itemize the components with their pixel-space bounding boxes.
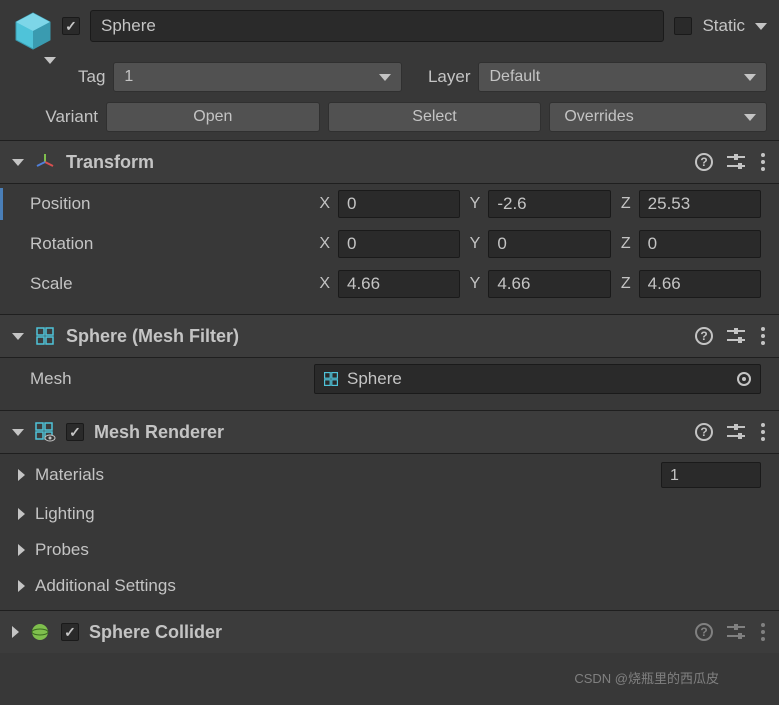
scale-z-input[interactable] — [639, 270, 761, 298]
probes-label: Probes — [35, 540, 761, 560]
mesh-renderer-header[interactable]: Mesh Renderer ? — [0, 410, 779, 454]
object-name-input[interactable] — [90, 10, 664, 42]
layer-label: Layer — [428, 67, 471, 87]
x-label: X — [314, 275, 334, 293]
overrides-dropdown[interactable]: Overrides — [549, 102, 767, 132]
foldout-icon[interactable] — [18, 469, 25, 481]
sphere-collider-title: Sphere Collider — [89, 622, 685, 643]
position-x-input[interactable] — [338, 190, 460, 218]
gameobject-icon[interactable] — [12, 10, 54, 52]
mesh-label: Mesh — [30, 369, 310, 389]
active-checkbox[interactable] — [62, 17, 80, 35]
foldout-icon[interactable] — [18, 508, 25, 520]
tag-dropdown[interactable]: 1 — [113, 62, 402, 92]
open-button[interactable]: Open — [106, 102, 320, 132]
foldout-icon[interactable] — [18, 544, 25, 556]
mesh-renderer-enabled-checkbox[interactable] — [66, 423, 84, 441]
context-menu-icon[interactable] — [759, 421, 767, 443]
materials-count[interactable]: 1 — [661, 462, 761, 488]
foldout-icon[interactable] — [12, 429, 24, 436]
position-y-input[interactable] — [488, 190, 610, 218]
context-menu-icon[interactable] — [759, 151, 767, 173]
preset-icon[interactable] — [727, 424, 745, 440]
sphere-collider-header[interactable]: Sphere Collider ? — [0, 610, 779, 653]
z-label: Z — [615, 195, 635, 213]
rotation-label: Rotation — [30, 234, 310, 254]
context-menu-icon[interactable] — [759, 325, 767, 347]
mesh-filter-title: Sphere (Mesh Filter) — [66, 326, 685, 347]
position-label: Position — [30, 194, 310, 214]
mesh-filter-icon — [34, 325, 56, 347]
static-dropdown-icon[interactable] — [755, 23, 767, 30]
transform-icon — [34, 151, 56, 173]
help-icon[interactable]: ? — [695, 423, 713, 441]
z-label: Z — [615, 275, 635, 293]
rotation-y-input[interactable] — [488, 230, 610, 258]
watermark: CSDN @烧瓶里的西瓜皮 — [574, 668, 719, 687]
mesh-renderer-icon — [34, 421, 56, 443]
mesh-object-field[interactable]: Sphere — [314, 364, 761, 394]
icon-dropdown[interactable] — [44, 57, 56, 64]
override-indicator — [0, 188, 3, 220]
mesh-value: Sphere — [347, 369, 402, 389]
help-icon[interactable]: ? — [695, 153, 713, 171]
transform-title: Transform — [66, 152, 685, 173]
help-icon[interactable]: ? — [695, 327, 713, 345]
mesh-icon — [323, 371, 339, 387]
layer-value: Default — [489, 68, 540, 86]
static-label: Static — [702, 16, 745, 36]
x-label: X — [314, 195, 334, 213]
transform-header[interactable]: Transform ? — [0, 140, 779, 184]
preset-icon[interactable] — [727, 624, 745, 640]
additional-settings-label: Additional Settings — [35, 576, 761, 596]
x-label: X — [314, 235, 334, 253]
help-icon[interactable]: ? — [695, 623, 713, 641]
foldout-icon[interactable] — [12, 333, 24, 340]
mesh-renderer-title: Mesh Renderer — [94, 422, 685, 443]
preset-icon[interactable] — [727, 154, 745, 170]
position-z-input[interactable] — [639, 190, 761, 218]
z-label: Z — [615, 235, 635, 253]
foldout-icon[interactable] — [18, 580, 25, 592]
tag-value: 1 — [124, 68, 133, 86]
y-label: Y — [464, 235, 484, 253]
sphere-collider-icon — [29, 621, 51, 643]
chevron-down-icon — [744, 74, 756, 81]
rotation-x-input[interactable] — [338, 230, 460, 258]
scale-y-input[interactable] — [488, 270, 610, 298]
scale-label: Scale — [30, 274, 310, 294]
y-label: Y — [464, 195, 484, 213]
scale-x-input[interactable] — [338, 270, 460, 298]
static-checkbox[interactable] — [674, 17, 692, 35]
materials-label: Materials — [35, 465, 651, 485]
foldout-icon[interactable] — [12, 159, 24, 166]
layer-dropdown[interactable]: Default — [478, 62, 767, 92]
preset-icon[interactable] — [727, 328, 745, 344]
y-label: Y — [464, 275, 484, 293]
mesh-filter-header[interactable]: Sphere (Mesh Filter) ? — [0, 314, 779, 358]
tag-label: Tag — [78, 67, 105, 87]
foldout-icon[interactable] — [12, 626, 19, 638]
chevron-down-icon — [379, 74, 391, 81]
chevron-down-icon — [744, 114, 756, 121]
lighting-label: Lighting — [35, 504, 761, 524]
select-button[interactable]: Select — [328, 102, 542, 132]
rotation-z-input[interactable] — [639, 230, 761, 258]
context-menu-icon[interactable] — [759, 621, 767, 643]
object-picker-icon[interactable] — [736, 371, 752, 387]
variant-label: Variant — [14, 107, 98, 127]
sphere-collider-enabled-checkbox[interactable] — [61, 623, 79, 641]
